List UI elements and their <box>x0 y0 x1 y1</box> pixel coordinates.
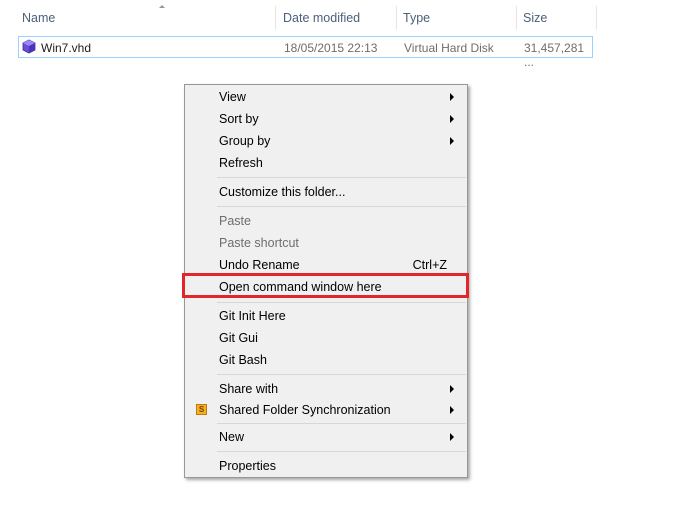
menu-item-label: Git Bash <box>219 353 267 367</box>
menu-item-label: Git Gui <box>219 331 258 345</box>
menu-item-paste[interactable]: Paste <box>187 211 465 231</box>
menu-item-sort-by[interactable]: Sort by <box>187 109 465 129</box>
shared-folder-sync-icon: S <box>196 404 207 415</box>
menu-item-label: Git Init Here <box>219 309 286 323</box>
menu-item-paste-shortcut[interactable]: Paste shortcut <box>187 233 465 253</box>
file-type: Virtual Hard Disk <box>404 41 494 55</box>
file-row[interactable]: Win7.vhd 18/05/2015 22:13 Virtual Hard D… <box>18 36 593 69</box>
menu-item-properties[interactable]: Properties <box>187 456 465 476</box>
menu-divider <box>217 451 466 452</box>
menu-divider <box>217 177 466 178</box>
menu-item-refresh[interactable]: Refresh <box>187 153 465 173</box>
menu-item-view[interactable]: View <box>187 87 465 107</box>
menu-item-customize-folder[interactable]: Customize this folder... <box>187 182 465 202</box>
keyboard-shortcut: Ctrl+Z <box>412 258 447 272</box>
menu-item-label: Share with <box>219 382 279 396</box>
sort-ascending-icon <box>159 5 165 8</box>
menu-item-group-by[interactable]: Group by <box>187 131 465 151</box>
menu-item-label: Open command window here <box>219 280 382 294</box>
vhd-file-icon <box>22 39 36 54</box>
menu-item-git-bash[interactable]: Git Bash <box>187 350 465 370</box>
column-divider[interactable] <box>596 6 597 30</box>
menu-divider <box>217 206 466 207</box>
file-name: Win7.vhd <box>41 41 92 55</box>
menu-item-label: Refresh <box>219 156 263 170</box>
menu-item-git-gui[interactable]: Git Gui <box>187 328 465 348</box>
menu-item-label: View <box>219 90 246 104</box>
menu-item-label: Shared Folder Synchronization <box>219 403 391 417</box>
submenu-arrow-icon <box>450 433 454 441</box>
menu-item-git-init[interactable]: Git Init Here <box>187 306 465 326</box>
submenu-arrow-icon <box>450 115 454 123</box>
menu-item-label: New <box>219 430 245 444</box>
column-header-name-label: Name <box>22 11 56 25</box>
menu-item-label: Paste shortcut <box>219 236 299 250</box>
menu-item-label: Customize this folder... <box>219 185 346 199</box>
menu-divider <box>217 374 466 375</box>
column-header-size[interactable]: Size <box>517 0 597 36</box>
menu-item-new[interactable]: New <box>187 427 465 447</box>
file-size: 31,457,281 ... <box>524 41 585 69</box>
column-divider[interactable] <box>275 6 276 30</box>
menu-item-label: Paste <box>219 214 251 228</box>
column-header-type[interactable]: Type <box>397 0 517 36</box>
menu-divider <box>217 423 466 424</box>
submenu-arrow-icon <box>450 137 454 145</box>
column-header-date-label: Date modified <box>283 11 361 25</box>
menu-divider <box>217 302 466 303</box>
menu-item-label: Properties <box>219 459 276 473</box>
file-date-modified: 18/05/2015 22:13 <box>284 41 378 55</box>
menu-item-label: Undo Rename <box>219 258 300 272</box>
submenu-arrow-icon <box>450 93 454 101</box>
menu-item-label: Sort by <box>219 112 259 126</box>
menu-item-label: Group by <box>219 134 271 148</box>
column-header-size-label: Size <box>523 11 548 25</box>
column-header-name[interactable]: Name <box>16 0 276 36</box>
submenu-arrow-icon <box>450 385 454 393</box>
menu-item-share-with[interactable]: Share with <box>187 379 465 399</box>
menu-item-shared-folder-sync[interactable]: S Shared Folder Synchronization <box>187 400 465 420</box>
column-header-type-label: Type <box>403 11 431 25</box>
menu-item-open-command-window[interactable]: Open command window here <box>187 277 465 297</box>
submenu-arrow-icon <box>450 406 454 414</box>
context-menu: View Sort by Group by Refresh Customize … <box>184 84 468 478</box>
menu-item-undo-rename[interactable]: Undo Rename Ctrl+Z <box>187 255 465 275</box>
column-header-bar: Name Date modified Type Size <box>0 0 676 36</box>
column-header-date-modified[interactable]: Date modified <box>277 0 397 36</box>
